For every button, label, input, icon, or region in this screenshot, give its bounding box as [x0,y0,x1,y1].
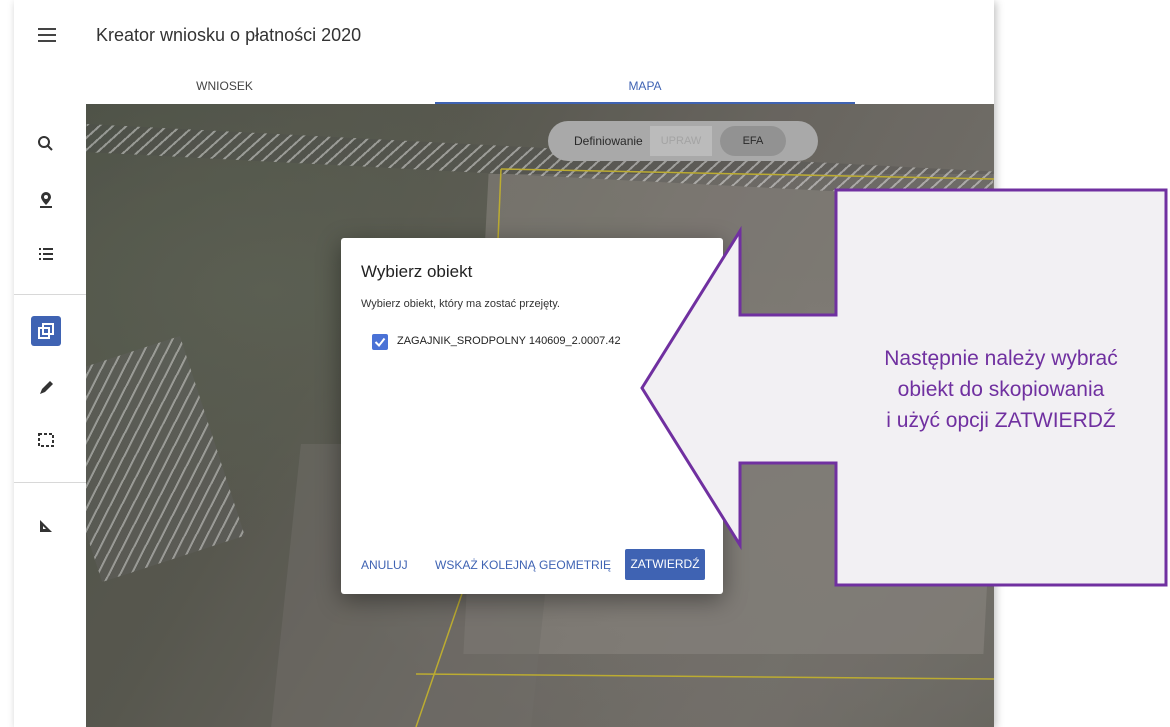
dialog-title: Wybierz obiekt [361,262,473,281]
callout-line: i użyć opcji ZATWIERDŹ [886,408,1116,432]
callout-line: Następnie należy wybrać [884,346,1118,370]
dialog-subtitle: Wybierz obiekt, który ma zostać przejęty… [361,298,560,310]
map-toolbar [14,104,87,727]
tab-bar: WNIOSEK MAPA [14,68,994,105]
toolbar-divider [14,294,86,295]
list-icon[interactable] [34,242,58,266]
toolbar-divider [14,482,86,483]
copy-icon[interactable] [31,316,61,346]
object-checkbox-label[interactable]: ZAGAJNIK_SRODPOLNY 140609_2.0007.42 [397,335,621,347]
callout-line: obiekt do skopiowania [897,377,1105,401]
tab-wniosek[interactable]: WNIOSEK [14,68,435,104]
menu-icon[interactable] [38,28,56,42]
select-next-geometry-button[interactable]: WSKAŻ KOLEJNĄ GEOMETRIĘ [435,558,611,572]
selection-icon[interactable] [34,428,58,452]
cancel-button[interactable]: ANULUJ [361,558,408,572]
tab-mapa[interactable]: MAPA [435,68,855,104]
ruler-icon[interactable] [34,514,58,538]
top-bar: Kreator wniosku o płatności 2020 [14,0,994,68]
pencil-icon[interactable] [34,376,58,400]
page-title: Kreator wniosku o płatności 2020 [96,25,362,45]
callout-instruction: Następnie należy wybrać obiekt do skopio… [836,190,1166,588]
check-icon [374,337,386,348]
object-checkbox[interactable] [372,334,388,350]
location-icon[interactable] [34,188,58,212]
search-icon[interactable] [34,132,58,156]
